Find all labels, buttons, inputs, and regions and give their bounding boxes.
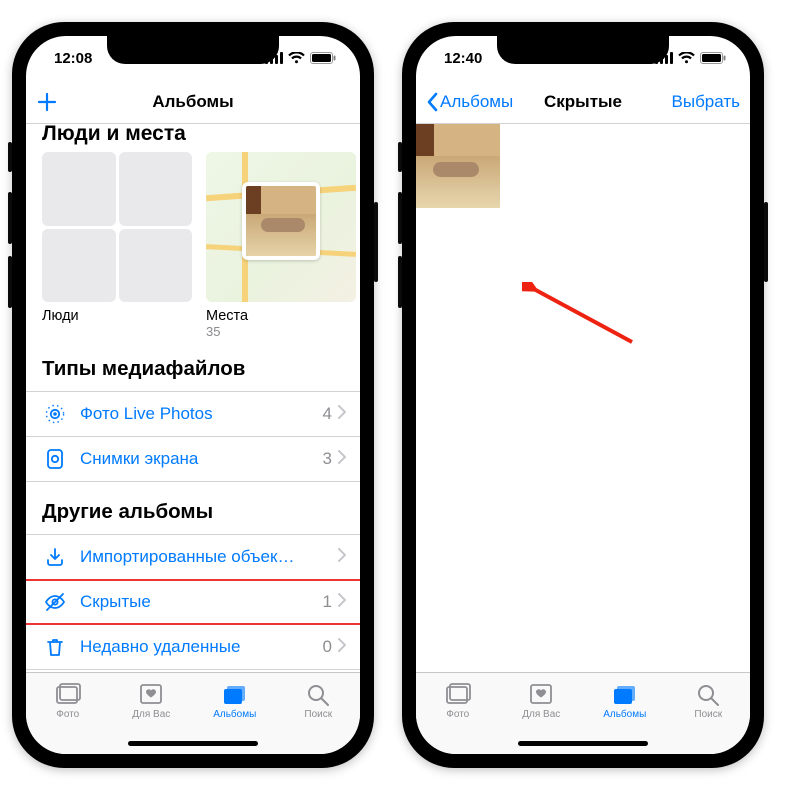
album-people-label: Люди bbox=[42, 308, 192, 324]
home-indicator[interactable] bbox=[128, 741, 258, 746]
wifi-icon bbox=[678, 52, 695, 64]
map-thumbnail bbox=[206, 152, 356, 302]
row-label: Импортированные объек… bbox=[80, 547, 338, 567]
chevron-right-icon bbox=[338, 547, 346, 567]
section-people-places-title: Люди и места bbox=[26, 124, 360, 152]
home-indicator[interactable] bbox=[518, 741, 648, 746]
annotation-arrow-icon bbox=[522, 282, 642, 352]
status-time: 12:08 bbox=[54, 50, 92, 67]
page-title: Скрытые bbox=[544, 92, 622, 112]
tab-label: Альбомы bbox=[213, 709, 256, 720]
notch bbox=[497, 36, 669, 64]
album-places-count: 35 bbox=[206, 324, 356, 339]
row-label: Снимки экрана bbox=[80, 449, 323, 469]
back-label: Альбомы bbox=[440, 92, 513, 112]
phone-left: 12:08 Альбомы bbox=[12, 22, 374, 768]
status-time: 12:40 bbox=[444, 50, 482, 67]
tab-photos[interactable]: Фото bbox=[416, 673, 500, 754]
album-places-label: Места bbox=[206, 308, 356, 324]
tab-label: Поиск bbox=[694, 709, 722, 720]
chevron-right-icon bbox=[338, 404, 346, 424]
row-count: 3 bbox=[323, 449, 332, 469]
battery-icon bbox=[700, 52, 726, 64]
add-button[interactable] bbox=[26, 80, 70, 123]
page-title: Альбомы bbox=[152, 92, 233, 112]
album-people[interactable]: Люди bbox=[42, 152, 192, 339]
tab-label: Альбомы bbox=[603, 709, 646, 720]
tab-label: Фото bbox=[56, 709, 79, 720]
chevron-right-icon bbox=[338, 637, 346, 657]
list-row-screenshot[interactable]: Снимки экрана3 bbox=[26, 437, 360, 482]
import-icon bbox=[42, 546, 68, 568]
select-button[interactable]: Выбрать bbox=[662, 80, 750, 123]
tab-label: Поиск bbox=[304, 709, 332, 720]
chevron-right-icon bbox=[338, 592, 346, 612]
tab-label: Для Вас bbox=[132, 709, 170, 720]
list-row-livephoto[interactable]: Фото Live Photos4 bbox=[26, 392, 360, 437]
row-label: Недавно удаленные bbox=[80, 637, 323, 657]
row-label: Скрытые bbox=[80, 592, 323, 612]
tab-photos[interactable]: Фото bbox=[26, 673, 110, 754]
row-label: Фото Live Photos bbox=[80, 404, 323, 424]
content-hidden[interactable] bbox=[416, 124, 750, 672]
battery-icon bbox=[310, 52, 336, 64]
section-media-types-title: Типы медиафайлов bbox=[26, 339, 360, 391]
row-count: 0 bbox=[323, 637, 332, 657]
wifi-icon bbox=[288, 52, 305, 64]
tab-label: Фото bbox=[446, 709, 469, 720]
list-row-import[interactable]: Импортированные объек… bbox=[26, 535, 360, 580]
photo-thumbnail[interactable] bbox=[416, 124, 500, 208]
livephoto-icon bbox=[42, 403, 68, 425]
list-row-trash[interactable]: Недавно удаленные0 bbox=[26, 625, 360, 670]
navbar: Альбомы bbox=[26, 80, 360, 124]
album-places[interactable]: Места 35 bbox=[206, 152, 356, 339]
trash-icon bbox=[42, 636, 68, 658]
screenshot-icon bbox=[42, 448, 68, 470]
phone-right: 12:40 Альбомы С bbox=[402, 22, 764, 768]
notch bbox=[107, 36, 279, 64]
hidden-icon bbox=[42, 591, 68, 613]
row-count: 1 bbox=[323, 592, 332, 612]
tab-label: Для Вас bbox=[522, 709, 560, 720]
chevron-right-icon bbox=[338, 449, 346, 469]
content-albums[interactable]: Люди и места Люди Мест bbox=[26, 124, 360, 672]
list-row-hidden[interactable]: Скрытые1 bbox=[26, 580, 360, 625]
back-button[interactable]: Альбомы bbox=[416, 80, 523, 123]
tab-search[interactable]: Поиск bbox=[667, 673, 751, 754]
row-count: 4 bbox=[323, 404, 332, 424]
navbar: Альбомы Скрытые Выбрать bbox=[416, 80, 750, 124]
tab-search[interactable]: Поиск bbox=[277, 673, 361, 754]
section-other-albums-title: Другие альбомы bbox=[26, 482, 360, 534]
